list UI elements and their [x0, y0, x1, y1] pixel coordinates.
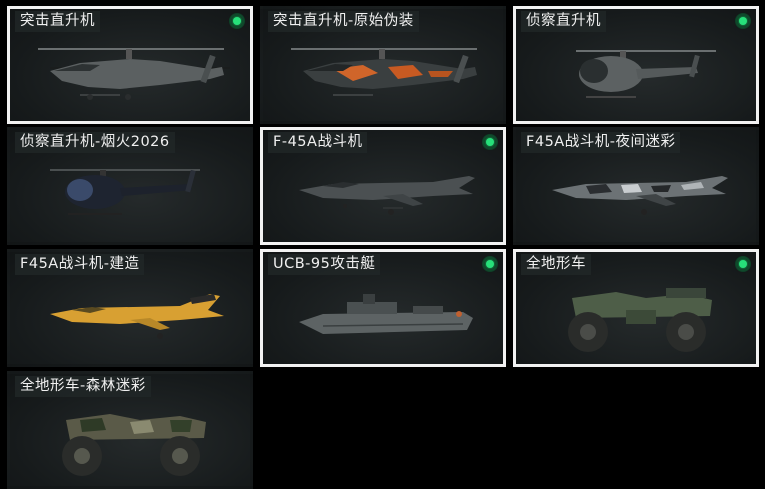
vehicle-card-attack-boat[interactable]: UCB-95攻击艇: [260, 249, 506, 367]
vehicle-card-attack-helicopter[interactable]: 突击直升机: [7, 6, 253, 124]
vehicle-name: 突击直升机-原始伪装: [268, 11, 419, 32]
vehicle-name: 全地形车-森林迷彩: [15, 376, 151, 397]
vehicle-name: 突击直升机: [15, 11, 100, 32]
vehicle-card-fighter-jet[interactable]: F-45A战斗机: [260, 127, 506, 245]
equipped-indicator-icon: [735, 13, 751, 29]
equipped-indicator-icon: [735, 256, 751, 272]
equipped-indicator-icon: [482, 256, 498, 272]
vehicle-name: F-45A战斗机: [268, 132, 368, 153]
vehicle-card-scout-helicopter-fireworks[interactable]: 侦察直升机-烟火2026: [7, 127, 253, 245]
vehicle-card-scout-helicopter[interactable]: 侦察直升机: [513, 6, 759, 124]
vehicle-name: UCB-95攻击艇: [268, 254, 381, 275]
vehicle-card-attack-helicopter-camo[interactable]: 突击直升机-原始伪装: [260, 6, 506, 124]
vehicle-card-fighter-jet-build[interactable]: F45A战斗机-建造: [7, 249, 253, 367]
equipped-indicator-icon: [482, 134, 498, 150]
equipped-indicator-icon: [229, 13, 245, 29]
vehicle-name: F45A战斗机-夜间迷彩: [521, 132, 681, 153]
vehicle-card-fighter-jet-night-camo[interactable]: F45A战斗机-夜间迷彩: [513, 127, 759, 245]
vehicle-name: F45A战斗机-建造: [15, 254, 145, 275]
vehicle-card-atv[interactable]: 全地形车: [513, 249, 759, 367]
vehicle-card-atv-forest-camo[interactable]: 全地形车-森林迷彩: [7, 371, 253, 489]
vehicle-name: 侦察直升机-烟火2026: [15, 132, 175, 153]
vehicle-name: 侦察直升机: [521, 11, 606, 32]
vehicle-name: 全地形车: [521, 254, 591, 275]
